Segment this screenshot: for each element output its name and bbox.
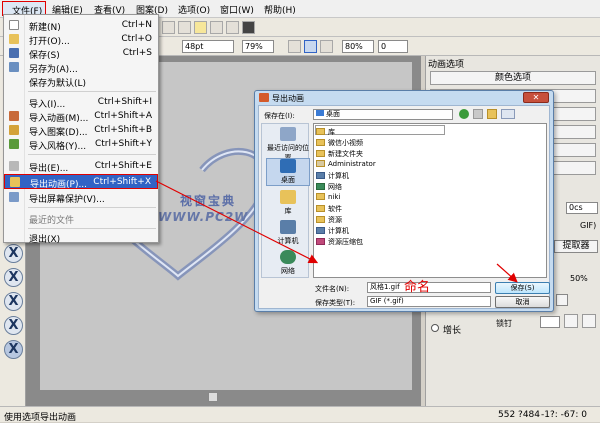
annotation-arrows — [155, 180, 518, 283]
rename-annotation: 命名 — [404, 280, 431, 295]
